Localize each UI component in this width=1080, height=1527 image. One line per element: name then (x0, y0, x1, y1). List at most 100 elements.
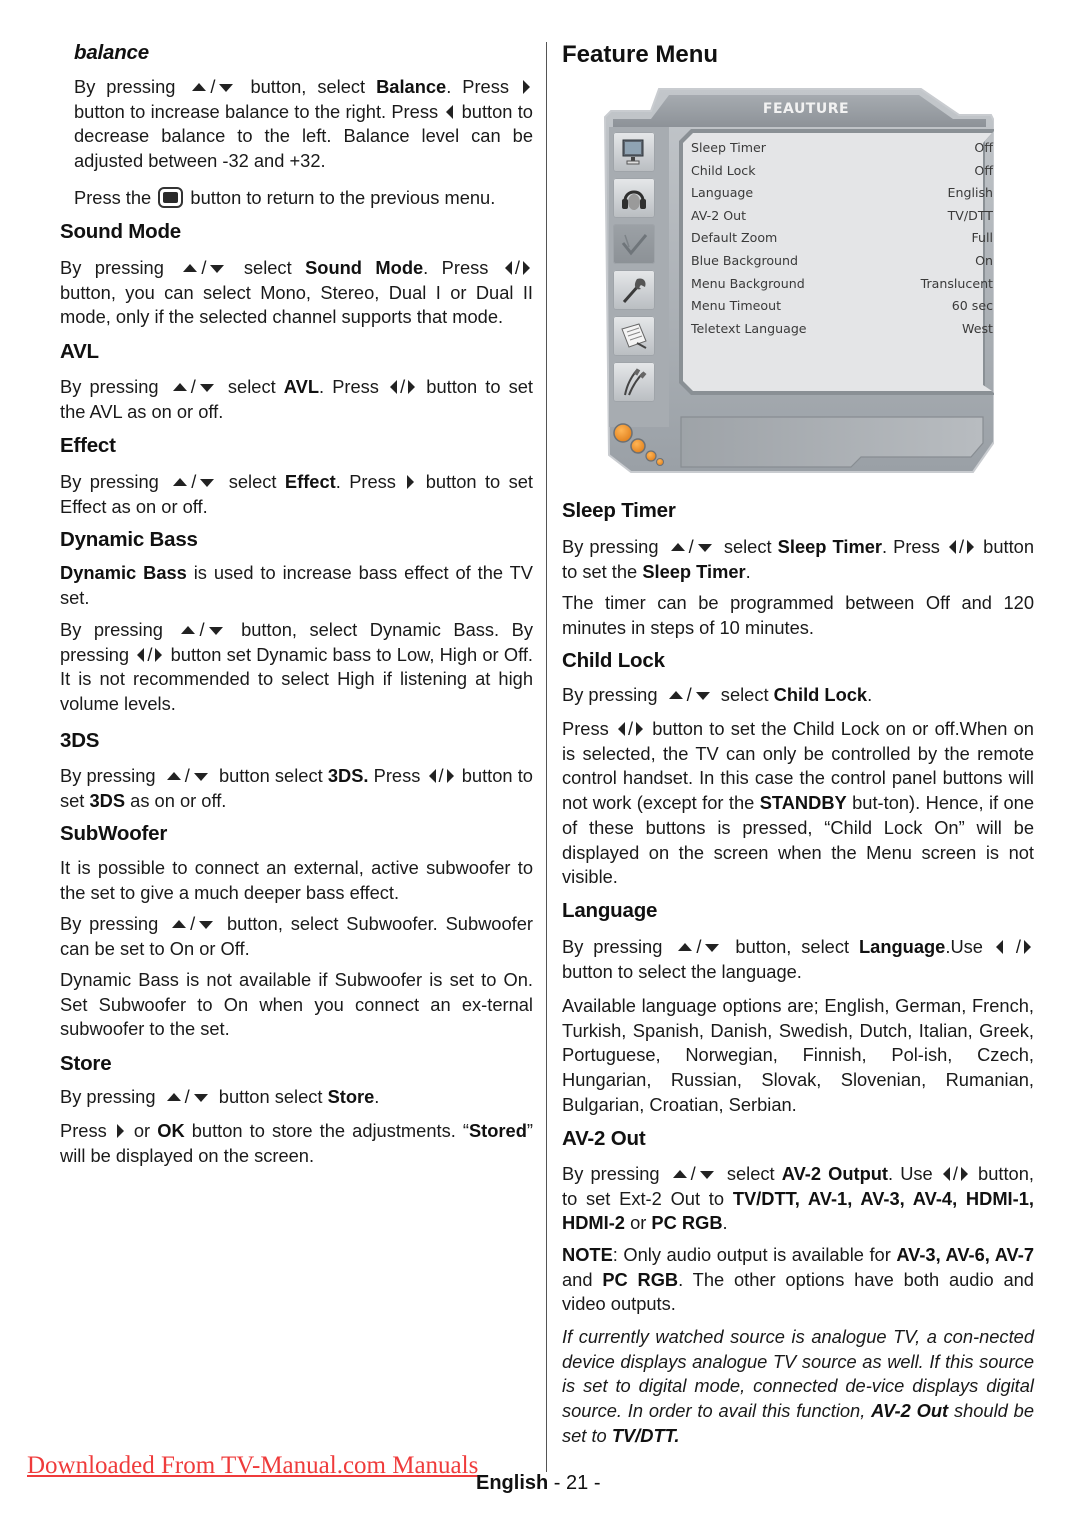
text: button select (218, 765, 323, 786)
menu-button-icon (158, 187, 184, 209)
menu-row-label: AV-2 Out (691, 207, 747, 223)
down-arrow-icon (199, 384, 214, 393)
heading-avl: AVL (60, 340, 99, 363)
section-language: Language (562, 899, 1034, 923)
text: as on or off. (130, 789, 227, 811)
bold-term: AV-2 Output (781, 1163, 889, 1184)
sleep-timer-paragraph-1: By pressing / select Sleep Timer. Press … (562, 536, 1034, 582)
right-arrow-icon (155, 647, 163, 662)
install-icon[interactable] (613, 270, 655, 310)
section-av2-out: AV-2 Out (562, 1127, 1034, 1151)
sound-icon[interactable] (613, 178, 655, 218)
bold-term: Sound Mode (305, 257, 424, 278)
heading-subwoofer: SubWoofer (60, 822, 168, 845)
menu-row-value: West (962, 320, 993, 336)
feature-icon[interactable] (613, 224, 655, 264)
text: Press the (74, 187, 152, 208)
menu-row-av2-out[interactable]: AV-2 Out TV/DTT (691, 206, 993, 229)
menu-row-child-lock[interactable]: Child Lock Off (691, 161, 993, 184)
bold-term: Child Lock (773, 684, 868, 705)
menu-row-menu-timeout[interactable]: Menu Timeout 60 sec (691, 296, 993, 319)
bold-term: Language (859, 936, 946, 957)
heading-3ds: 3DS (60, 729, 100, 752)
text: The timer can be programmed between Off … (562, 592, 1034, 638)
text: Press (373, 765, 421, 786)
menu-row-value: TV/DTT (947, 207, 993, 223)
bold-term: 3DS (89, 789, 126, 811)
store-paragraph-2: Press or OK button to store the adjustme… (60, 1119, 533, 1168)
text: .Use (945, 936, 983, 957)
menu-row-value: English (947, 185, 993, 201)
menu-row-value: On (975, 252, 993, 268)
left-arrow-icon (446, 104, 454, 119)
text: . Press (319, 376, 379, 397)
child-lock-paragraph-1: By pressing / select Child Lock. (562, 684, 873, 705)
down-arrow-icon (193, 1094, 208, 1103)
balance-paragraph: By pressing / button, select Balance. Pr… (74, 76, 533, 172)
up-arrow-icon (172, 382, 187, 391)
text: . (745, 560, 751, 582)
text: By pressing (60, 1086, 156, 1107)
text: select (720, 684, 769, 705)
menu-row-value: Translucent (920, 275, 993, 291)
up-arrow-icon (183, 263, 198, 272)
menu-row-blue-background[interactable]: Blue Background On (691, 251, 993, 274)
menu-row-label: Default Zoom (691, 230, 778, 246)
bold-term: STANDBY (759, 792, 847, 814)
text: select (726, 1163, 775, 1184)
text: button, you can select Mono, Stereo, Dua… (60, 281, 533, 328)
text: Press (60, 1120, 107, 1141)
bold-term: 3DS. (327, 765, 369, 786)
text: By pressing (562, 1163, 660, 1184)
text: . (867, 684, 873, 705)
feature-menu-screen: FEAUTURE Sleep Timer Off Child Lock Off La… (601, 87, 994, 480)
text: / (1015, 936, 1021, 957)
up-arrow-icon (192, 82, 207, 91)
right-arrow-icon (446, 769, 454, 784)
avl-paragraph: By pressing / select AVL. Press / button… (60, 376, 533, 422)
heading-effect: Effect (60, 434, 116, 457)
subwoofer-paragraph-1: It is possible to connect an external, a… (60, 856, 533, 905)
up-arrow-icon (172, 919, 187, 928)
menu-row-menu-background[interactable]: Menu Background Translucent (691, 274, 993, 297)
text: By pressing (60, 471, 159, 492)
up-arrow-icon (166, 1092, 181, 1101)
text: By pressing (562, 536, 659, 557)
picture-icon[interactable] (613, 132, 655, 172)
down-arrow-icon (705, 944, 720, 953)
menu-row-label: Menu Timeout (691, 298, 782, 314)
right-arrow-icon (1023, 940, 1031, 955)
menu-row-label: Sleep Timer (691, 140, 766, 155)
menu-row-value: 60 sec (951, 298, 993, 314)
menu-row-sleep-timer[interactable]: Sleep Timer Off (691, 138, 993, 161)
download-source-link[interactable]: Downloaded From TV-Manual.com Manuals (27, 1452, 478, 1480)
menu-row-default-zoom[interactable]: Default Zoom Full (691, 228, 993, 251)
right-arrow-icon (522, 261, 530, 276)
section-store: Store (60, 1052, 533, 1076)
right-arrow-icon (407, 475, 415, 490)
menu-row-label: Language (691, 185, 754, 201)
bold-term: PC RGB (651, 1212, 723, 1234)
down-arrow-icon (695, 692, 710, 701)
text: Dynamic Bass is not available if Subwoof… (60, 969, 533, 1040)
section-3ds: 3DS (60, 729, 533, 753)
text: select (723, 536, 772, 557)
right-arrow-icon (967, 540, 975, 555)
section-balance: balance (74, 41, 533, 65)
text: . Press (881, 536, 940, 557)
balance-return-paragraph: Press the button to return to the previo… (74, 186, 533, 211)
section-sleep-timer: Sleep Timer (562, 499, 1034, 523)
text: Press (562, 718, 609, 739)
text: button, select (250, 76, 366, 97)
connection-icon[interactable] (613, 362, 655, 402)
language-paragraph-2: Available language options are; English,… (562, 994, 1034, 1118)
text: select (228, 471, 277, 492)
source-list-icon[interactable] (613, 316, 655, 356)
heading-av2-out: AV-2 Out (562, 1127, 646, 1150)
down-arrow-icon (219, 84, 234, 93)
menu-row-language[interactable]: Language English (691, 183, 993, 206)
bold-term: OK (157, 1120, 185, 1141)
footer-language: English (476, 1472, 549, 1494)
left-arrow-icon (617, 722, 625, 737)
menu-row-teletext-language[interactable]: Teletext Language West (691, 319, 993, 342)
